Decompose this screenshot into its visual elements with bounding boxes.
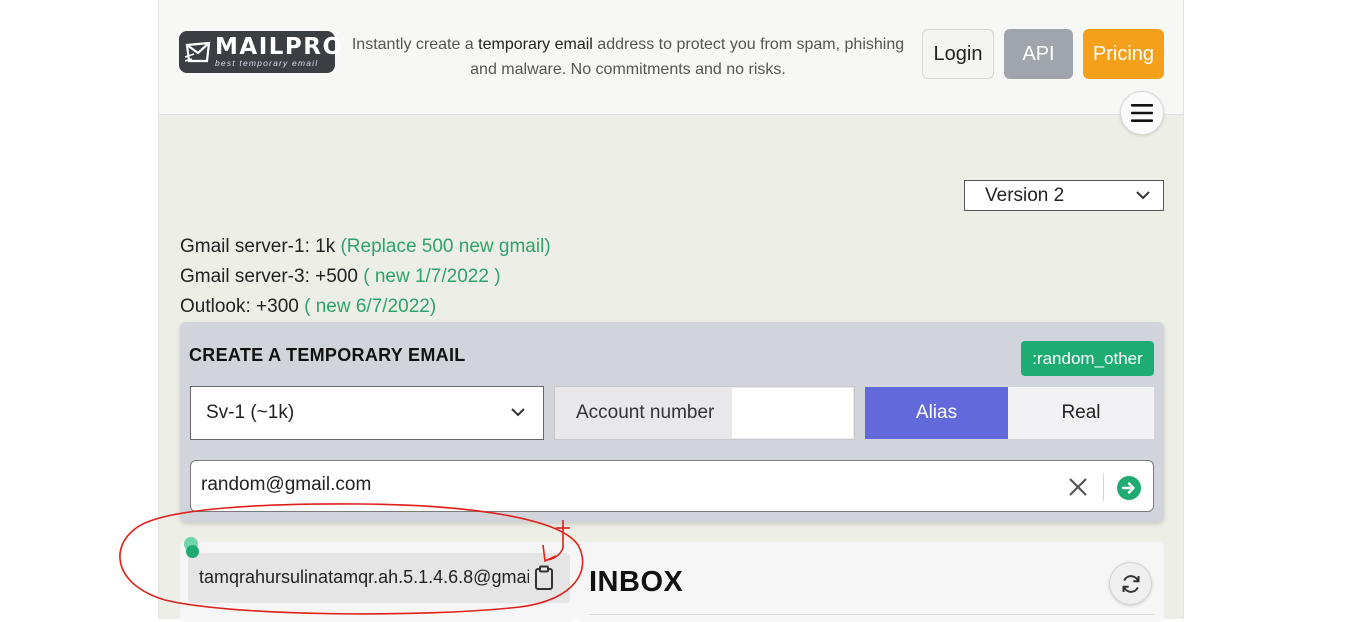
server-select[interactable]: Sv-1 (~1k) bbox=[190, 386, 544, 440]
refresh-button[interactable] bbox=[1109, 562, 1152, 605]
random-other-badge[interactable]: :random_other bbox=[1021, 341, 1154, 376]
temp-email-address[interactable]: tamqrahursulinatamqr.ah.5.1.4.6.8@gmail.… bbox=[199, 567, 529, 588]
email-input-divider bbox=[1103, 473, 1104, 501]
status-gmail-server-3: Gmail server-3: +500 ( new 1/7/2022 ) bbox=[180, 266, 501, 287]
login-button[interactable]: Login bbox=[922, 29, 994, 79]
version-select-value: Version 2 bbox=[985, 185, 1065, 206]
status-outlook: Outlook: +300 ( new 6/7/2022) bbox=[180, 296, 437, 317]
alias-toggle-button[interactable]: Alias bbox=[865, 387, 1008, 439]
create-email-panel: CREATE A TEMPORARY EMAIL :random_other S… bbox=[180, 322, 1164, 522]
api-button[interactable]: API bbox=[1004, 29, 1073, 79]
chevron-down-icon bbox=[511, 408, 525, 417]
account-number-input[interactable] bbox=[732, 388, 853, 438]
hamburger-icon bbox=[1131, 104, 1153, 122]
inbox-divider bbox=[589, 614, 1154, 615]
clipboard-icon[interactable] bbox=[534, 565, 554, 591]
real-toggle-button[interactable]: Real bbox=[1008, 387, 1154, 439]
tagline: Instantly create a temporary email addre… bbox=[351, 36, 905, 78]
status-gmail-server-1: Gmail server-1: 1k (Replace 500 new gmai… bbox=[180, 236, 551, 257]
mail-logo-icon bbox=[185, 41, 211, 63]
address-pill: tamqrahursulinatamqr.ah.5.1.4.6.8@gmail.… bbox=[188, 553, 570, 603]
page-container: MAILPRO best temporary email Instantly c… bbox=[158, 0, 1184, 622]
server-select-value: Sv-1 (~1k) bbox=[206, 402, 295, 423]
arrow-right-circle-icon[interactable] bbox=[1117, 476, 1141, 500]
chevron-down-icon bbox=[1136, 191, 1150, 200]
clear-icon[interactable] bbox=[1067, 476, 1089, 498]
refresh-icon bbox=[1122, 574, 1139, 593]
status-dot bbox=[186, 545, 199, 558]
pricing-button[interactable]: Pricing bbox=[1083, 29, 1164, 79]
inbox-title: INBOX bbox=[589, 566, 684, 598]
address-card: tamqrahursulinatamqr.ah.5.1.4.6.8@gmail.… bbox=[180, 537, 576, 622]
inbox-card: INBOX bbox=[576, 542, 1164, 622]
logo-subtitle: best temporary email bbox=[215, 58, 319, 68]
version-select[interactable]: Version 2 bbox=[964, 180, 1164, 211]
header: MAILPRO best temporary email Instantly c… bbox=[159, 0, 1183, 115]
create-email-title: CREATE A TEMPORARY EMAIL bbox=[189, 345, 466, 365]
menu-button[interactable] bbox=[1120, 91, 1164, 135]
account-number-group: Account number bbox=[554, 386, 855, 440]
logo[interactable]: MAILPRO best temporary email bbox=[179, 31, 342, 73]
email-input[interactable]: random@gmail.com bbox=[201, 474, 371, 496]
email-input-box: random@gmail.com bbox=[190, 460, 1154, 512]
account-number-label: Account number bbox=[576, 402, 715, 423]
tagline-highlight: temporary email bbox=[478, 36, 593, 53]
logo-brand: MAILPRO bbox=[215, 34, 344, 60]
